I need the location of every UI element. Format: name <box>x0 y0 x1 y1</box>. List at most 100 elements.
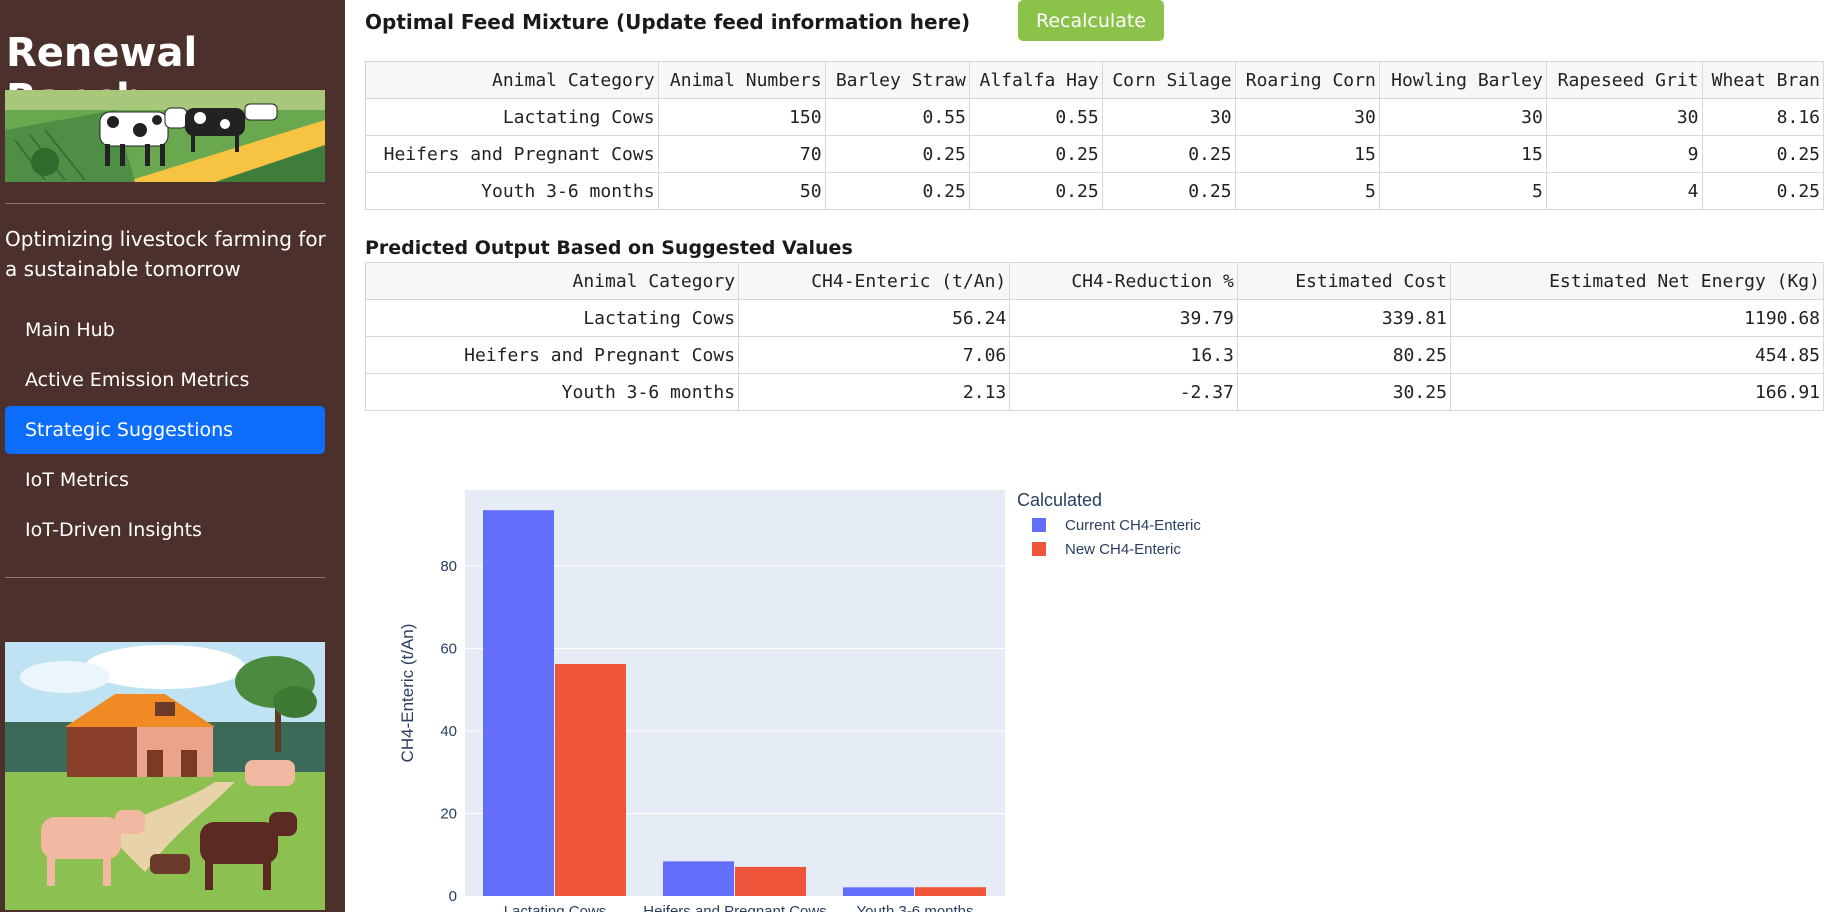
table-cell: 454.85 <box>1449 336 1825 374</box>
y-tick-label: 40 <box>440 723 457 740</box>
y-tick-label: 0 <box>449 888 457 905</box>
table-cell: Heifers and Pregnant Cows <box>365 135 659 173</box>
column-header: Estimated Net Energy (Kg) <box>1449 262 1825 300</box>
legend-swatch[interactable] <box>1032 542 1046 556</box>
legend-swatch[interactable] <box>1032 518 1046 532</box>
table-cell: 339.81 <box>1236 299 1451 337</box>
table-cell: 30.25 <box>1236 373 1451 411</box>
column-header: Howling Barley <box>1378 61 1547 99</box>
bar[interactable] <box>663 861 734 896</box>
table-cell: Lactating Cows <box>365 98 659 136</box>
bar[interactable] <box>915 887 986 896</box>
editable-cell[interactable]: 50 <box>657 172 826 210</box>
editable-cell[interactable]: 30 <box>1378 98 1547 136</box>
editable-cell[interactable]: 5 <box>1234 172 1380 210</box>
table-cell: 56.24 <box>738 299 1011 337</box>
bar[interactable] <box>483 510 554 896</box>
legend-label[interactable]: Current CH4-Enteric <box>1065 517 1201 534</box>
table-cell: Lactating Cows <box>364 299 740 337</box>
table-cell: 2.13 <box>738 373 1011 411</box>
nav-main-hub[interactable]: Main Hub <box>5 306 325 354</box>
x-tick-label: Heifers and Pregnant Cows <box>643 903 826 912</box>
editable-cell[interactable]: 9 <box>1545 135 1703 173</box>
editable-cell[interactable]: 15 <box>1234 135 1380 173</box>
feed-mixture-table: Animal Category Animal Numbers Barley St… <box>365 61 1825 210</box>
table-cell: 7.06 <box>738 336 1011 374</box>
column-header: CH4-Enteric (t/An) <box>738 262 1011 300</box>
predicted-output-title: Predicted Output Based on Suggested Valu… <box>365 237 853 259</box>
y-tick-label: 60 <box>440 640 457 657</box>
column-header: Alfalfa Hay <box>968 61 1103 99</box>
column-header: Animal Category <box>365 61 659 99</box>
recalculate-button[interactable]: Recalculate <box>1018 0 1164 41</box>
bar[interactable] <box>735 866 806 896</box>
column-header: Estimated Cost <box>1236 262 1451 300</box>
editable-cell[interactable]: 0.25 <box>1701 135 1825 173</box>
bar[interactable] <box>843 887 914 896</box>
table-row: Lactating Cows 56.24 39.79 339.81 1190.6… <box>364 299 1825 337</box>
editable-cell[interactable]: 0.25 <box>968 172 1103 210</box>
nav-iot-driven-insights[interactable]: IoT-Driven Insights <box>5 506 325 554</box>
x-tick-label: Youth 3-6 months <box>856 903 973 912</box>
editable-cell[interactable]: 5 <box>1378 172 1547 210</box>
table-cell: Youth 3-6 months <box>365 172 659 210</box>
table-row: Heifers and Pregnant Cows 7.06 16.3 80.2… <box>364 336 1825 374</box>
table-cell: -2.37 <box>1009 373 1238 411</box>
editable-cell[interactable]: 8.16 <box>1701 98 1825 136</box>
editable-cell[interactable]: 0.25 <box>968 135 1103 173</box>
bar[interactable] <box>555 663 626 896</box>
editable-cell[interactable]: 30 <box>1234 98 1380 136</box>
table-row: Lactating Cows 150 0.55 0.55 30 30 30 30… <box>365 98 1825 136</box>
editable-cell[interactable]: 15 <box>1378 135 1547 173</box>
nav-iot-metrics[interactable]: IoT Metrics <box>5 456 325 504</box>
editable-cell[interactable]: 70 <box>657 135 826 173</box>
table-cell: 1190.68 <box>1449 299 1825 337</box>
nav-active-emission-metrics[interactable]: Active Emission Metrics <box>5 356 325 404</box>
sidebar-divider <box>5 577 325 578</box>
table-cell: Heifers and Pregnant Cows <box>364 336 740 374</box>
column-header: Rapeseed Grit <box>1545 61 1703 99</box>
column-header: Animal Numbers <box>657 61 826 99</box>
column-header: Corn Silage <box>1101 61 1236 99</box>
editable-cell[interactable]: 30 <box>1101 98 1236 136</box>
table-cell: 166.91 <box>1449 373 1825 411</box>
editable-cell[interactable]: 0.25 <box>824 135 970 173</box>
sidebar: Renewal Ranch Optimizing livestock farmi… <box>0 0 345 912</box>
tagline: Optimizing livestock farming for a susta… <box>5 227 326 281</box>
table-row: Heifers and Pregnant Cows 70 0.25 0.25 0… <box>365 135 1825 173</box>
table-row: Youth 3-6 months 50 0.25 0.25 0.25 5 5 4… <box>365 172 1825 210</box>
x-tick-label: Lactating Cows <box>504 903 607 912</box>
editable-cell[interactable]: 30 <box>1545 98 1703 136</box>
legend-title: Calculated <box>1017 490 1102 510</box>
table-row: Youth 3-6 months 2.13 -2.37 30.25 166.91 <box>364 373 1825 411</box>
editable-cell[interactable]: 4 <box>1545 172 1703 210</box>
ch4-enteric-bar-chart: 0 20 40 60 80 Lactating Cows Heifers and Pregn… <box>398 490 1201 912</box>
sidebar-divider <box>5 203 325 204</box>
column-header: Animal Category <box>364 262 740 300</box>
editable-cell[interactable]: 0.55 <box>968 98 1103 136</box>
editable-cell[interactable]: 0.25 <box>824 172 970 210</box>
nav-strategic-suggestions[interactable]: Strategic Suggestions <box>5 406 325 454</box>
editable-cell[interactable]: 0.25 <box>1101 172 1236 210</box>
cows-pasture-image <box>5 90 325 182</box>
table-cell: Youth 3-6 months <box>364 373 740 411</box>
feed-mixture-title: Optimal Feed Mixture (Update feed inform… <box>365 10 971 34</box>
table-cell: 80.25 <box>1236 336 1451 374</box>
table-header-row: Animal Category CH4-Enteric (t/An) CH4-R… <box>364 262 1825 300</box>
table-header-row: Animal Category Animal Numbers Barley St… <box>365 61 1825 99</box>
editable-cell[interactable]: 0.25 <box>1101 135 1236 173</box>
column-header: Wheat Bran <box>1701 61 1825 99</box>
y-axis-title: CH4-Enteric (t/An) <box>398 624 417 763</box>
editable-cell[interactable]: 0.55 <box>824 98 970 136</box>
column-header: CH4-Reduction % <box>1009 262 1238 300</box>
table-cell: 16.3 <box>1009 336 1238 374</box>
y-tick-label: 80 <box>440 558 457 575</box>
column-header: Roaring Corn <box>1234 61 1380 99</box>
editable-cell[interactable]: 150 <box>657 98 826 136</box>
legend-label[interactable]: New CH4-Enteric <box>1065 541 1181 558</box>
editable-cell[interactable]: 0.25 <box>1701 172 1825 210</box>
y-tick-label: 20 <box>440 805 457 822</box>
farm-barn-image <box>5 642 325 910</box>
column-header: Barley Straw <box>824 61 970 99</box>
table-cell: 39.79 <box>1009 299 1238 337</box>
